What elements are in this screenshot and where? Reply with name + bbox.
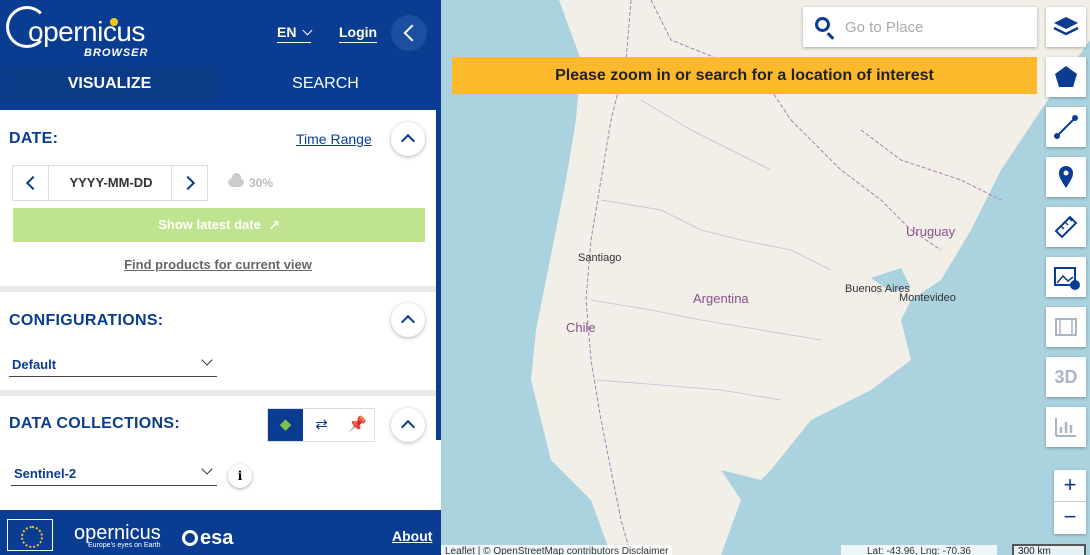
data-collections-title: DATA COLLECTIONS: — [9, 415, 181, 432]
collapse-configurations-button[interactable] — [391, 303, 425, 337]
time-range-link[interactable]: Time Range — [296, 131, 372, 147]
show-latest-date-button[interactable]: Show latest date ↗ — [13, 208, 425, 242]
esa-text: esa — [200, 527, 234, 549]
configurations-section: CONFIGURATIONS: Default — [0, 292, 436, 390]
compare-icon[interactable]: ⇄ — [304, 409, 339, 441]
map-scale: 300 km — [1012, 544, 1086, 555]
place-pin-button[interactable] — [1046, 157, 1086, 197]
zoom-out-button[interactable]: − — [1054, 502, 1086, 534]
copernicus-footer-tagline: Europe's eyes on Earth — [88, 542, 161, 549]
date-section: DATE: Time Range YYYY-MM-DD 30% Show lat… — [0, 110, 436, 286]
configurations-title: CONFIGURATIONS: — [9, 312, 164, 329]
map[interactable]: Santiago Chile Argentina Uruguay Buenos … — [441, 0, 1090, 555]
chart-icon — [1055, 418, 1076, 437]
go-to-place-search — [803, 7, 1037, 47]
sidebar-header: opernicus BROWSER EN Login VISUALIZE SEA… — [0, 0, 441, 110]
sidebar: opernicus BROWSER EN Login VISUALIZE SEA… — [0, 0, 441, 555]
data-collection-select[interactable]: Sentinel-2 — [11, 462, 217, 486]
film-icon — [1055, 318, 1077, 336]
collapse-date-button[interactable] — [391, 122, 425, 156]
draw-line-button[interactable] — [1046, 107, 1086, 147]
language-selector[interactable]: EN — [277, 24, 313, 43]
map-attribution[interactable]: Leaflet | © OpenStreetMap contributors D… — [441, 545, 673, 555]
collapse-sidebar-button[interactable] — [391, 15, 427, 51]
previous-date-button[interactable] — [13, 166, 49, 200]
timelapse-button[interactable] — [1046, 307, 1086, 347]
date-title: DATE: — [9, 130, 59, 147]
3d-label: 3D — [1054, 367, 1078, 387]
pin-icon — [1059, 166, 1073, 188]
data-collection-tools: ◆ ⇄ 📌 — [267, 408, 375, 442]
configuration-select[interactable]: Default — [9, 353, 217, 377]
layers-icon[interactable]: ◆ — [268, 409, 303, 441]
search-input[interactable] — [843, 16, 1028, 38]
chevron-down-icon — [201, 354, 213, 366]
layers-button[interactable] — [1046, 7, 1086, 47]
copernicus-browser-logo[interactable]: opernicus BROWSER — [6, 6, 156, 59]
data-collections-section: DATA COLLECTIONS: ◆ ⇄ 📌 Sentinel-2 i — [0, 396, 436, 510]
copernicus-footer-text: opernicus — [74, 522, 161, 544]
cursor-coordinates: Lat: -43.96, Lng: -70.36 — [841, 545, 997, 555]
line-icon — [1054, 115, 1078, 139]
about-link[interactable]: About — [392, 528, 432, 544]
tab-search[interactable]: SEARCH — [218, 66, 433, 102]
tab-visualize[interactable]: VISUALIZE — [2, 66, 217, 102]
panel-content: DATE: Time Range YYYY-MM-DD 30% Show lat… — [0, 110, 436, 510]
next-date-button[interactable] — [171, 166, 207, 200]
esa-logo[interactable]: esa — [182, 527, 233, 550]
map-label-montevideo: Montevideo — [899, 292, 956, 304]
logo-text: opernicus — [28, 16, 145, 47]
cloud-icon — [228, 173, 244, 187]
image-download-icon — [1054, 267, 1080, 290]
data-collection-selected-value: Sentinel-2 — [14, 466, 77, 481]
image-download-button[interactable] — [1046, 257, 1086, 297]
login-link[interactable]: Login — [339, 24, 378, 43]
zoom-control: + − — [1054, 470, 1086, 534]
layers-icon — [1053, 17, 1079, 36]
zoom-in-button[interactable]: + — [1054, 470, 1086, 502]
statistics-button[interactable] — [1046, 407, 1086, 447]
language-label: EN — [277, 24, 297, 40]
configuration-selected-value: Default — [12, 357, 57, 372]
esa-icon — [182, 530, 198, 546]
date-input[interactable]: YYYY-MM-DD — [49, 166, 173, 200]
map-label-uruguay: Uruguay — [906, 224, 956, 239]
chevron-down-icon — [303, 25, 313, 36]
3d-button[interactable]: 3D — [1046, 357, 1086, 397]
map-label-santiago: Santiago — [578, 252, 622, 264]
measure-button[interactable] — [1046, 207, 1086, 247]
find-products-link[interactable]: Find products for current view — [0, 257, 436, 272]
eu-flag-icon[interactable] — [7, 519, 53, 551]
copernicus-footer-logo[interactable]: opernicus Europe's eyes on Earth — [74, 522, 161, 549]
cloud-coverage-value[interactable]: 30% — [249, 176, 273, 190]
zoom-in-banner: Please zoom in or search for a location … — [452, 57, 1037, 94]
collapse-data-collections-button[interactable] — [391, 408, 425, 442]
search-icon[interactable] — [815, 17, 830, 32]
pin-icon[interactable]: 📌 — [340, 409, 375, 441]
date-picker: YYYY-MM-DD — [12, 165, 208, 201]
ruler-icon — [1054, 215, 1078, 239]
info-icon[interactable]: i — [228, 464, 252, 488]
arrow-up-right-icon: ↗ — [268, 217, 280, 232]
map-label-argentina: Argentina — [693, 291, 749, 306]
logo-subtitle: BROWSER — [84, 47, 149, 59]
chevron-down-icon — [201, 463, 213, 475]
polygon-icon — [1055, 66, 1077, 87]
show-latest-label: Show latest date — [158, 217, 261, 232]
map-label-chile: Chile — [566, 320, 596, 335]
sidebar-footer: opernicus Europe's eyes on Earth esa Abo… — [0, 510, 441, 555]
draw-polygon-button[interactable] — [1046, 57, 1086, 97]
